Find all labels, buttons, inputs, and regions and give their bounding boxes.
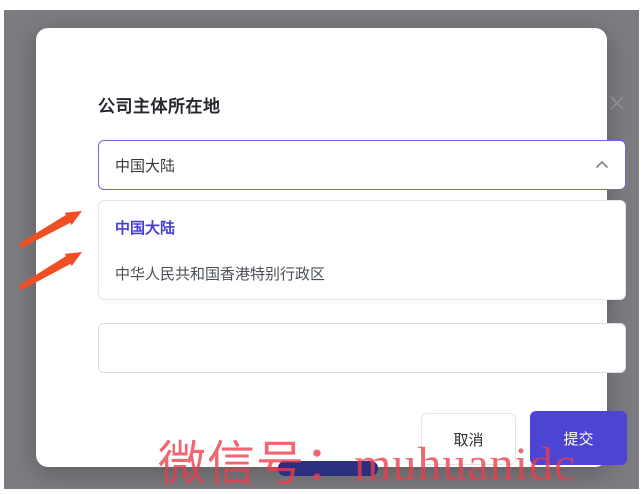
close-icon[interactable] (606, 92, 628, 114)
dropdown-option-mainland-china[interactable]: 中国大陆 (99, 210, 625, 244)
dropdown-option-label: 中华人民共和国香港特别行政区 (115, 265, 326, 283)
submit-button[interactable]: 提交 (530, 411, 627, 465)
additional-text-input[interactable] (98, 323, 626, 373)
cancel-button[interactable]: 取消 (421, 413, 516, 465)
dropdown-option-hongkong-sar[interactable]: 中华人民共和国香港特别行政区 (99, 256, 625, 290)
company-location-dialog: 公司主体所在地 中国大陆 中国大陆 中华人民共和国香港特别行政区 取消 提交 (36, 28, 627, 467)
partially-visible-button (278, 461, 378, 476)
location-select-value: 中国大陆 (115, 157, 176, 175)
location-dropdown-panel: 中国大陆 中华人民共和国香港特别行政区 (98, 200, 626, 300)
dropdown-option-label: 中国大陆 (115, 219, 176, 237)
chevron-up-icon (595, 158, 609, 172)
location-select[interactable]: 中国大陆 (98, 140, 626, 190)
dialog-title: 公司主体所在地 (98, 97, 221, 116)
